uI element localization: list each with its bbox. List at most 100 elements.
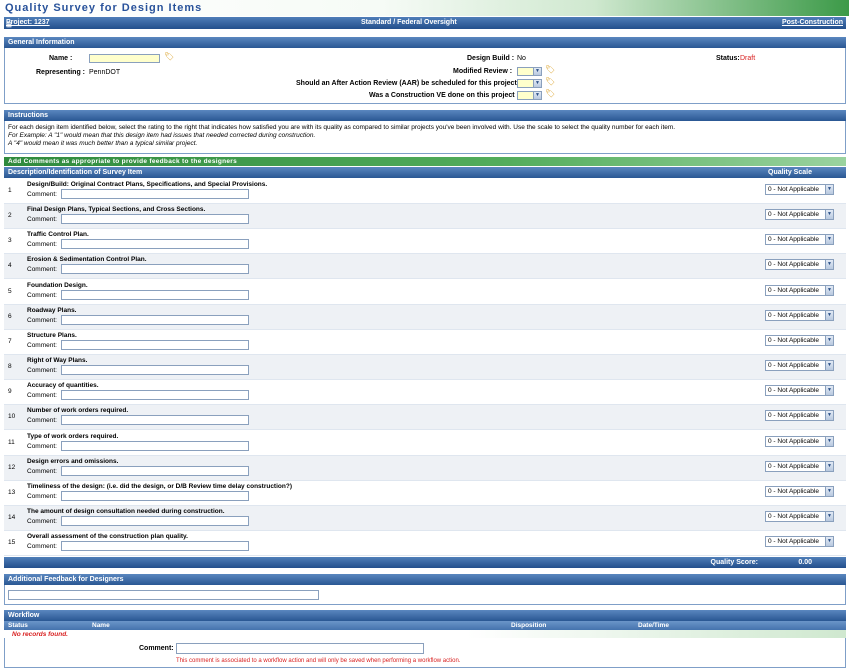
feedback-header: Additional Feedback for Designers — [4, 574, 846, 585]
project-bar: ⊞ Project: 1237 Standard / Federal Overs… — [4, 17, 846, 29]
quality-scale-value: 0 - Not Applicable — [768, 462, 819, 470]
quality-scale-select[interactable]: 0 - Not Applicable ▼ — [765, 536, 834, 548]
survey-item-number: 8 — [8, 363, 12, 371]
comment-input[interactable] — [61, 390, 249, 401]
comment-input[interactable] — [61, 365, 249, 376]
lookup-tag-icon[interactable]: 🏷 — [164, 53, 174, 61]
comment-input[interactable] — [61, 339, 249, 350]
comment-input[interactable] — [61, 189, 249, 199]
design-build-value: No — [517, 55, 526, 62]
survey-item-number: 14 — [8, 513, 16, 521]
ve-select[interactable]: ▼ — [517, 91, 542, 100]
instructions-line-1: For each design item identified below, s… — [8, 124, 676, 131]
representing-value: PennDOT — [89, 69, 121, 76]
survey-table-header: Description/Identification of Survey Ite… — [4, 167, 846, 178]
quality-scale-select[interactable]: 0 - Not Applicable ▼ — [765, 184, 834, 195]
post-construction-link[interactable]: Post-Construction — [782, 19, 843, 26]
chevron-down-icon: ▼ — [825, 461, 833, 471]
chevron-down-icon: ▼ — [825, 285, 833, 295]
comment-input[interactable] — [61, 264, 249, 275]
comment-input[interactable] — [61, 214, 249, 225]
quality-scale-select[interactable]: 0 - Not Applicable ▼ — [765, 485, 834, 497]
survey-item-label: Type of work orders required. — [27, 432, 119, 440]
aar-select[interactable]: ▼ — [517, 79, 542, 88]
survey-row: 11 Type of work orders required. Comment: 0… — [4, 431, 846, 456]
quality-scale-select[interactable]: 0 - Not Applicable ▼ — [765, 209, 834, 221]
quality-scale-select[interactable]: 0 - Not Applicable ▼ — [765, 410, 834, 422]
comment-input[interactable] — [61, 515, 249, 526]
quality-scale-select[interactable]: 0 - Not Applicable ▼ — [765, 510, 834, 522]
instructions-line-2: For Example: A "1" would mean that this … — [8, 132, 316, 139]
quality-scale-select[interactable]: 0 - Not Applicable ▼ — [765, 334, 834, 346]
comment-input[interactable] — [61, 239, 249, 250]
quality-scale-value: 0 - Not Applicable — [768, 412, 819, 420]
survey-item-number: 11 — [8, 438, 15, 446]
survey-item-number: 10 — [8, 413, 16, 421]
comment-label: Comment: — [27, 241, 57, 249]
comment-input[interactable] — [61, 440, 249, 451]
quality-scale-value: 0 - Not Applicable — [768, 211, 819, 219]
survey-item-label: Final Design Plans, Typical Sections, an… — [27, 206, 206, 214]
project-toggle[interactable]: ⊞ Project: 1237 — [6, 19, 50, 29]
workflow-col-datetime: Date/Time — [638, 622, 669, 629]
quality-scale-select[interactable]: 0 - Not Applicable ▼ — [765, 385, 834, 397]
comments-banner: Add Comments as appropriate to provide f… — [4, 157, 846, 166]
chevron-down-icon: ▼ — [825, 310, 833, 320]
survey-item-number: 6 — [8, 312, 12, 320]
note-tag-icon[interactable]: 🏷 — [545, 66, 555, 74]
representing-label: Representing : — [36, 69, 86, 76]
quality-scale-select[interactable]: 0 - Not Applicable ▼ — [765, 309, 834, 321]
quality-score-label: Quality Score: — [710, 559, 758, 566]
name-label: Name : — [49, 55, 73, 62]
quality-scale-select[interactable]: 0 - Not Applicable ▼ — [765, 460, 834, 472]
instructions-line-3: A "4" would mean it was much better than… — [8, 140, 198, 147]
comment-input[interactable] — [61, 490, 249, 501]
modified-review-select[interactable]: ▼ — [517, 67, 542, 76]
workflow-col-name: Name — [92, 622, 110, 629]
ve-label: Was a Construction VE done on this proje… — [369, 92, 519, 99]
design-build-label: Design Build : — [467, 55, 515, 62]
quality-scale-value: 0 - Not Applicable — [768, 487, 819, 495]
survey-row: 13 Timeliness of the design: (i.e. did th… — [4, 481, 846, 506]
title-banner: Quality Survey for Design Items — [0, 0, 849, 16]
survey-item-label: Timeliness of the design: (i.e. did the … — [27, 482, 292, 490]
comment-input[interactable] — [61, 289, 249, 300]
name-input[interactable] — [89, 54, 160, 63]
comment-input[interactable] — [61, 415, 249, 426]
modified-review-label: Modified Review : — [453, 68, 513, 75]
quality-scale-select[interactable]: 0 - Not Applicable ▼ — [765, 284, 834, 296]
quality-scale-value: 0 - Not Applicable — [768, 437, 819, 445]
comment-input[interactable] — [61, 314, 249, 325]
quality-scale-select[interactable]: 0 - Not Applicable ▼ — [765, 259, 834, 271]
survey-item-label: Erosion & Sedimentation Control Plan. — [27, 256, 147, 264]
survey-row: 12 Design errors and omissions. Comment: 0 … — [4, 455, 846, 481]
chevron-down-icon: ▼ — [825, 386, 833, 396]
survey-item-label: Design/Build: Original Contract Plans, S… — [27, 181, 268, 188]
quality-scale-select[interactable]: 0 - Not Applicable ▼ — [765, 435, 834, 447]
survey-row: 10 Number of work orders required. Comment… — [4, 405, 846, 431]
workflow-comment-input[interactable] — [176, 643, 424, 654]
chevron-down-icon: ▼ — [825, 260, 833, 270]
survey-row: 5 Foundation Design. Comment: 0 - Not Appli… — [4, 280, 846, 305]
quality-scale-select[interactable]: 0 - Not Applicable ▼ — [765, 360, 834, 372]
survey-item-number: 15 — [8, 539, 16, 547]
comment-input[interactable] — [61, 465, 249, 476]
survey-row: 6 Roadway Plans. Comment: 0 - Not Applicabl… — [4, 304, 846, 330]
quality-scale-value: 0 - Not Applicable — [768, 236, 819, 244]
status-label: Status: — [716, 55, 740, 62]
workflow-comment-label: Comment: — [139, 645, 174, 652]
quality-scale-select[interactable]: 0 - Not Applicable ▼ — [765, 234, 834, 246]
col-quality-scale: Quality Scale — [768, 169, 812, 176]
quality-scale-value: 0 - Not Applicable — [768, 362, 819, 370]
comment-label: Comment: — [27, 266, 57, 274]
comment-label: Comment: — [27, 467, 57, 475]
survey-item-label: Design errors and omissions. — [27, 457, 119, 465]
survey-item-label: Overall assessment of the construction p… — [27, 533, 188, 541]
note-tag-icon[interactable]: 🏷 — [545, 78, 555, 86]
feedback-input[interactable] — [8, 590, 319, 600]
note-tag-icon[interactable]: 🏷 — [545, 90, 555, 98]
comment-input[interactable] — [61, 541, 249, 552]
survey-row: 2 Final Design Plans, Typical Sections, a… — [4, 204, 846, 230]
project-link[interactable]: Project: 1237 — [6, 19, 50, 26]
comment-label: Comment: — [27, 417, 57, 425]
